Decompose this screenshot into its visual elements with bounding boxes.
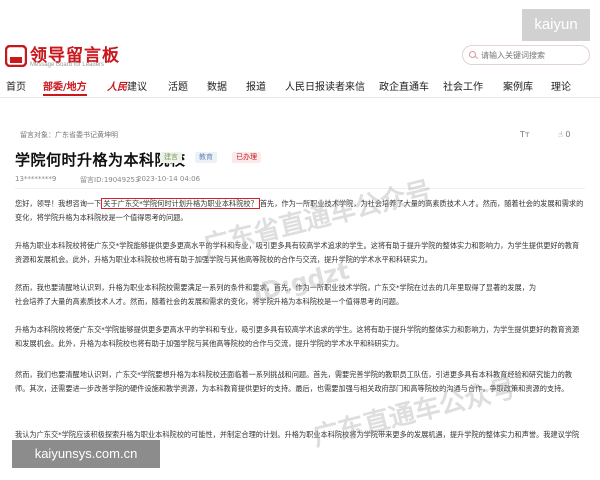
- search-box[interactable]: [462, 45, 590, 65]
- logo-icon: [5, 45, 27, 67]
- bottom-watermark: kaiyunsys.com.cn: [12, 440, 160, 468]
- text-segment: 首先，作为一所职业技术学院，为社会培养了大量的高素质技术人才。然而，随着社会的发…: [259, 199, 583, 208]
- paragraph-line: 您好，领导！我想咨询一下 关于广东交*学院何时计划升格为职业本科院校？ 首先，作为一…: [15, 197, 583, 211]
- nav-topics[interactable]: 活题: [168, 78, 188, 93]
- nav-social-work[interactable]: 社会工作: [443, 78, 483, 93]
- paragraph-line: 升格为职业本科院校将使广东交*学院能够提供更多更高水平的学科和专业，吸引更多具有…: [15, 241, 580, 250]
- people-brand-logo: 人民: [107, 82, 127, 93]
- nav-theory[interactable]: 理论: [551, 78, 571, 93]
- post-date: 2023-10-14 04:06: [137, 175, 201, 183]
- paragraph-line: 然而，我也要清醒地认识到，升格为职业本科院校需要满足一系列的条件和要求。首先，作…: [15, 283, 537, 292]
- corner-watermark: kaiyun: [522, 9, 590, 41]
- like-button[interactable]: ☝ 0: [558, 130, 571, 139]
- text-segment: 您好，领导！我想咨询一下: [15, 199, 102, 208]
- nav-gov-enterprise[interactable]: 政企直通车: [379, 78, 429, 93]
- font-size-button[interactable]: Tт: [520, 130, 530, 139]
- paragraph-line: 升格为本科院校将使广东交*学院能够提供更多更高水平的学科和专业，吸引更多具有较高…: [15, 325, 580, 334]
- paragraph-1: 您好，领导！我想咨询一下 关于广东交*学院何时计划升格为职业本科院校？ 首先，作为一…: [15, 197, 583, 225]
- nav-suggestion-label: 建议: [127, 82, 147, 93]
- paragraph-line: 然而，我们也要清醒地认识到，广东交*学院要想升格为本科院校还面临着一系列挑战和问…: [15, 370, 573, 379]
- tag-suggestion: 建言: [160, 152, 182, 163]
- message-recipient: 留言对象：广东省委书记黄坤明: [20, 131, 118, 139]
- nav-people-suggestion[interactable]: 人民建议: [107, 78, 147, 93]
- message-id: 留言ID:19049253: [80, 176, 140, 184]
- search-icon[interactable]: [469, 51, 476, 58]
- paragraph-line: 社会培养了大量的高素质技术人才。然而，随着社会的发展和需求的变化，将学院升格为本…: [15, 297, 404, 306]
- nav-active-indicator: [43, 94, 87, 96]
- paragraph-line: 和发展机会。此外，升格为本科院校也将有助于加强学院与其他高等院校的合作与交流，提…: [15, 339, 404, 348]
- paragraph-2: 升格为职业本科院校将使广东交*学院能够提供更多更高水平的学科和专业，吸引更多具有…: [15, 239, 583, 267]
- nav-data[interactable]: 数据: [207, 78, 227, 93]
- paragraph-line: 资源和发展机会。此外，升格为职业本科院校也将有助于加强学院与其他高等院校的合作与…: [15, 255, 432, 264]
- nav-case-library[interactable]: 案例库: [503, 78, 533, 93]
- thumbs-up-icon: ☝: [558, 130, 563, 139]
- author-id: 13********9: [15, 175, 57, 183]
- highlighted-question: 关于广东交*学院何时计划升格为职业本科院校？: [101, 198, 260, 209]
- like-count: 0: [565, 130, 571, 139]
- paragraph-5: 然而，我们也要清醒地认识到，广东交*学院要想升格为本科院校还面临着一系列挑战和问…: [15, 368, 583, 396]
- nav-ministries-local[interactable]: 部委/地方: [43, 78, 87, 93]
- main-nav: 首页 部委/地方 人民建议 活题 数据 报道 人民日报读者来信 政企直通车 社会…: [0, 74, 600, 98]
- nav-home[interactable]: 首页: [6, 78, 26, 93]
- status-badge: 已办理: [232, 152, 261, 163]
- paragraph-line: 变化，将学院升格为本科院校是一个值得思考的问题。: [15, 213, 188, 222]
- nav-reader-letters[interactable]: 人民日报读者来信: [285, 78, 365, 93]
- paragraph-4: 升格为本科院校将使广东交*学院能够提供更多更高水平的学科和专业，吸引更多具有较高…: [15, 323, 583, 351]
- content-divider: [15, 188, 585, 189]
- nav-divider: [0, 97, 600, 98]
- paragraph-line: 师。其次，还需要进一步改善学院的硬件设施和教学资源，为本科教育提供更好的支持。最…: [15, 384, 569, 393]
- tag-education: 教育: [195, 152, 217, 163]
- search-input[interactable]: [481, 48, 585, 62]
- paragraph-3: 然而，我也要清醒地认识到，升格为职业本科院校需要满足一系列的条件和要求。首先，作…: [15, 281, 583, 309]
- nav-reports[interactable]: 报道: [246, 78, 266, 93]
- logo-subtitle: Message Board for Leaders: [30, 62, 105, 68]
